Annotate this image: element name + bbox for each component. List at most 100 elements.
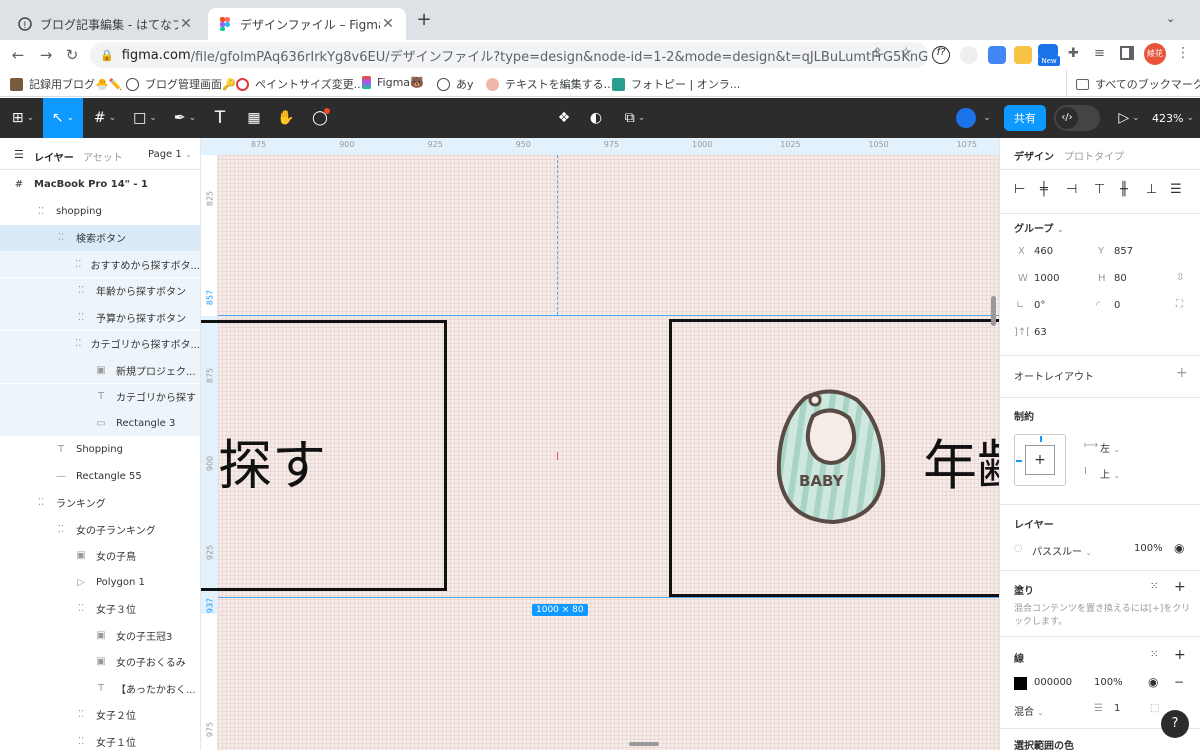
constraint-widget[interactable]: + xyxy=(1014,434,1066,486)
all-bookmarks[interactable]: すべてのブックマーク xyxy=(1076,76,1200,92)
layer-row[interactable]: — Rectangle 55 xyxy=(0,463,200,489)
url-field[interactable]: 🔒 figma.com/file/gfolmPAq636rIrkYg8v6EU/… xyxy=(90,42,928,68)
tab-hatena[interactable]: ! ブログ記事編集 - はてなブログ ✕ xyxy=(8,8,204,40)
layer-row[interactable]: ▣ 女の子鳥 xyxy=(0,543,200,569)
tab-close-icon[interactable]: ✕ xyxy=(380,16,396,32)
tab-layers[interactable]: レイヤー xyxy=(34,149,74,164)
help-button[interactable]: ? xyxy=(1161,710,1189,738)
eye-icon[interactable]: ◉ xyxy=(1174,541,1184,555)
radius-input[interactable]: 0 xyxy=(1114,300,1120,311)
compass-extension-icon[interactable] xyxy=(960,46,978,64)
bookmark-item[interactable]: Figma🐻 xyxy=(362,76,424,89)
x-input[interactable]: 460 xyxy=(1034,246,1053,257)
bookmark-item[interactable]: テキストを編集する... xyxy=(486,76,614,92)
present-button[interactable]: ▷ ⌄ xyxy=(1114,98,1144,138)
remove-stroke-icon[interactable]: − xyxy=(1174,675,1184,689)
align-left-icon[interactable]: ⊢ xyxy=(1014,182,1025,197)
stroke-sides-icon[interactable]: ⬚ xyxy=(1150,703,1159,714)
dev-mode-toggle[interactable]: ‹/› xyxy=(1054,105,1100,131)
independent-corners-icon[interactable]: ⛶ xyxy=(1176,299,1183,310)
component-button[interactable]: ❖ xyxy=(552,98,576,138)
group-title[interactable]: グループ ⌄ xyxy=(1014,220,1064,235)
extension-yellow-icon[interactable] xyxy=(1014,46,1032,64)
layer-row[interactable]: T カテゴリから探す xyxy=(0,383,200,410)
stroke-position-select[interactable]: 混合 ⌄ xyxy=(1014,703,1044,718)
stroke-color-input[interactable]: 000000 xyxy=(1034,677,1072,688)
back-arrow-icon[interactable]: ← xyxy=(6,44,30,66)
layer-row[interactable]: ⁚⁚ 女子２位 xyxy=(0,702,200,728)
blend-mode-select[interactable]: パススルー ⌄ xyxy=(1032,543,1092,558)
text-tool-button[interactable]: T xyxy=(206,98,234,138)
sidebar-toggle-icon[interactable]: ☰ xyxy=(14,148,24,161)
reload-icon[interactable]: ↻ xyxy=(60,44,84,66)
styles-grid-icon[interactable]: ⁙ xyxy=(1150,649,1158,660)
vertical-scrollbar[interactable] xyxy=(991,296,996,326)
styles-grid-icon[interactable]: ⁙ xyxy=(1150,581,1158,592)
w-input[interactable]: 1000 xyxy=(1034,273,1059,284)
spacing-input[interactable]: 63 xyxy=(1034,327,1047,338)
layer-row[interactable]: ▣ 女の子王冠3 xyxy=(0,622,200,648)
layer-row[interactable]: ▷ Polygon 1 xyxy=(0,569,200,595)
align-top-icon[interactable]: ⊤ xyxy=(1094,182,1105,197)
share-page-icon[interactable]: ⇪ xyxy=(872,46,883,61)
tab-search-chevron-icon[interactable]: ⌄ xyxy=(1166,12,1182,28)
main-menu-button[interactable]: ⊞ ⌄ xyxy=(4,98,42,138)
pen-tool-button[interactable]: ✒ ⌄ xyxy=(166,98,204,138)
align-center-h-icon[interactable]: ╪ xyxy=(1040,182,1048,197)
hand-tool-button[interactable]: ✋ xyxy=(272,98,300,138)
vertical-constraint-select[interactable]: 上 ⌄ xyxy=(1100,466,1120,481)
share-button[interactable]: 共有 xyxy=(1004,105,1046,131)
shape-tool-button[interactable]: □ ⌄ xyxy=(126,98,164,138)
layer-row[interactable]: ⁚⁚ 女子３位 xyxy=(0,596,200,622)
frame-tool-button[interactable]: # ⌄ xyxy=(86,98,124,138)
layer-row[interactable]: T 【あったかおく... xyxy=(0,675,200,701)
layer-row[interactable]: ⁚⁚ 女子１位 xyxy=(0,728,200,750)
tab-close-icon[interactable]: ✕ xyxy=(178,16,194,32)
stroke-weight-input[interactable]: 1 xyxy=(1114,703,1120,714)
media-queue-icon[interactable]: ≡ xyxy=(1094,46,1105,61)
zoom-menu[interactable]: 423% ⌄ xyxy=(1150,98,1196,138)
bookmark-item[interactable]: 記録用ブログ🐣✏️ xyxy=(10,76,122,92)
tab-prototype[interactable]: プロトタイプ xyxy=(1064,148,1124,163)
comment-tool-button[interactable]: ◯ xyxy=(306,98,334,138)
bookmark-item[interactable]: ペイントサイズ変更... xyxy=(236,76,364,92)
tab-figma[interactable]: デザインファイル – Figma ✕ xyxy=(208,8,406,40)
move-tool-button[interactable]: ↖ ⌄ xyxy=(43,98,83,138)
layer-row[interactable]: ⁚⁚ 年齢から探すボタン xyxy=(0,277,200,304)
horizontal-scrollbar[interactable] xyxy=(629,742,659,746)
add-stroke-icon[interactable]: + xyxy=(1174,647,1186,663)
add-fill-icon[interactable]: + xyxy=(1174,579,1186,595)
boolean-button[interactable]: ⧉ ⌄ xyxy=(618,98,652,138)
page-selector[interactable]: Page 1 ⌄ xyxy=(148,149,192,160)
distribute-icon[interactable]: ☰ xyxy=(1170,182,1182,197)
new-tab-plus-icon[interactable]: + xyxy=(414,10,434,30)
layer-row[interactable]: T Shopping xyxy=(0,437,200,463)
layer-row[interactable]: ⁚⁚ 検索ボタン xyxy=(0,224,200,251)
stroke-opacity-input[interactable]: 100% xyxy=(1094,677,1123,688)
layer-row[interactable]: ▣ 新規プロジェク... xyxy=(0,357,200,383)
layer-row[interactable]: ▭ Rectangle 3 xyxy=(0,410,200,436)
layer-row[interactable]: ⁚⁚ 女の子ランキング xyxy=(0,516,200,542)
layer-row[interactable]: ⁚⁚ カテゴリから探すボタ... xyxy=(0,330,200,357)
resources-button[interactable]: ▦ xyxy=(240,98,268,138)
side-panel-icon[interactable] xyxy=(1120,46,1134,60)
mask-button[interactable]: ◐ xyxy=(584,98,608,138)
site-info-icon[interactable]: 🔒 xyxy=(100,49,114,62)
y-input[interactable]: 857 xyxy=(1114,246,1133,257)
stroke-color-swatch[interactable] xyxy=(1014,677,1027,690)
layer-row[interactable]: ⁚⁚ 予算から探すボタン xyxy=(0,304,200,330)
forward-arrow-icon[interactable]: → xyxy=(34,44,58,66)
tab-assets[interactable]: アセット xyxy=(83,149,123,164)
h-input[interactable]: 80 xyxy=(1114,273,1127,284)
bookmark-star-icon[interactable]: ☆ xyxy=(900,45,913,61)
align-middle-v-icon[interactable]: ╫ xyxy=(1120,182,1128,197)
bookmark-item[interactable]: あy xyxy=(437,76,474,92)
align-right-icon[interactable]: ⊣ xyxy=(1066,182,1077,197)
browser-menu-icon[interactable]: ⋮ xyxy=(1176,45,1190,61)
layer-row[interactable]: ⁚⁚ shopping xyxy=(0,198,200,224)
align-bottom-icon[interactable]: ⊥ xyxy=(1146,182,1157,197)
rotation-input[interactable]: 0° xyxy=(1034,300,1045,311)
extensions-puzzle-icon[interactable]: ✚ xyxy=(1068,46,1079,61)
layer-row[interactable]: ⁚⁚ おすすめから探すボタ... xyxy=(0,251,200,277)
layer-row[interactable]: ▣ 女の子おくるみ xyxy=(0,649,200,675)
